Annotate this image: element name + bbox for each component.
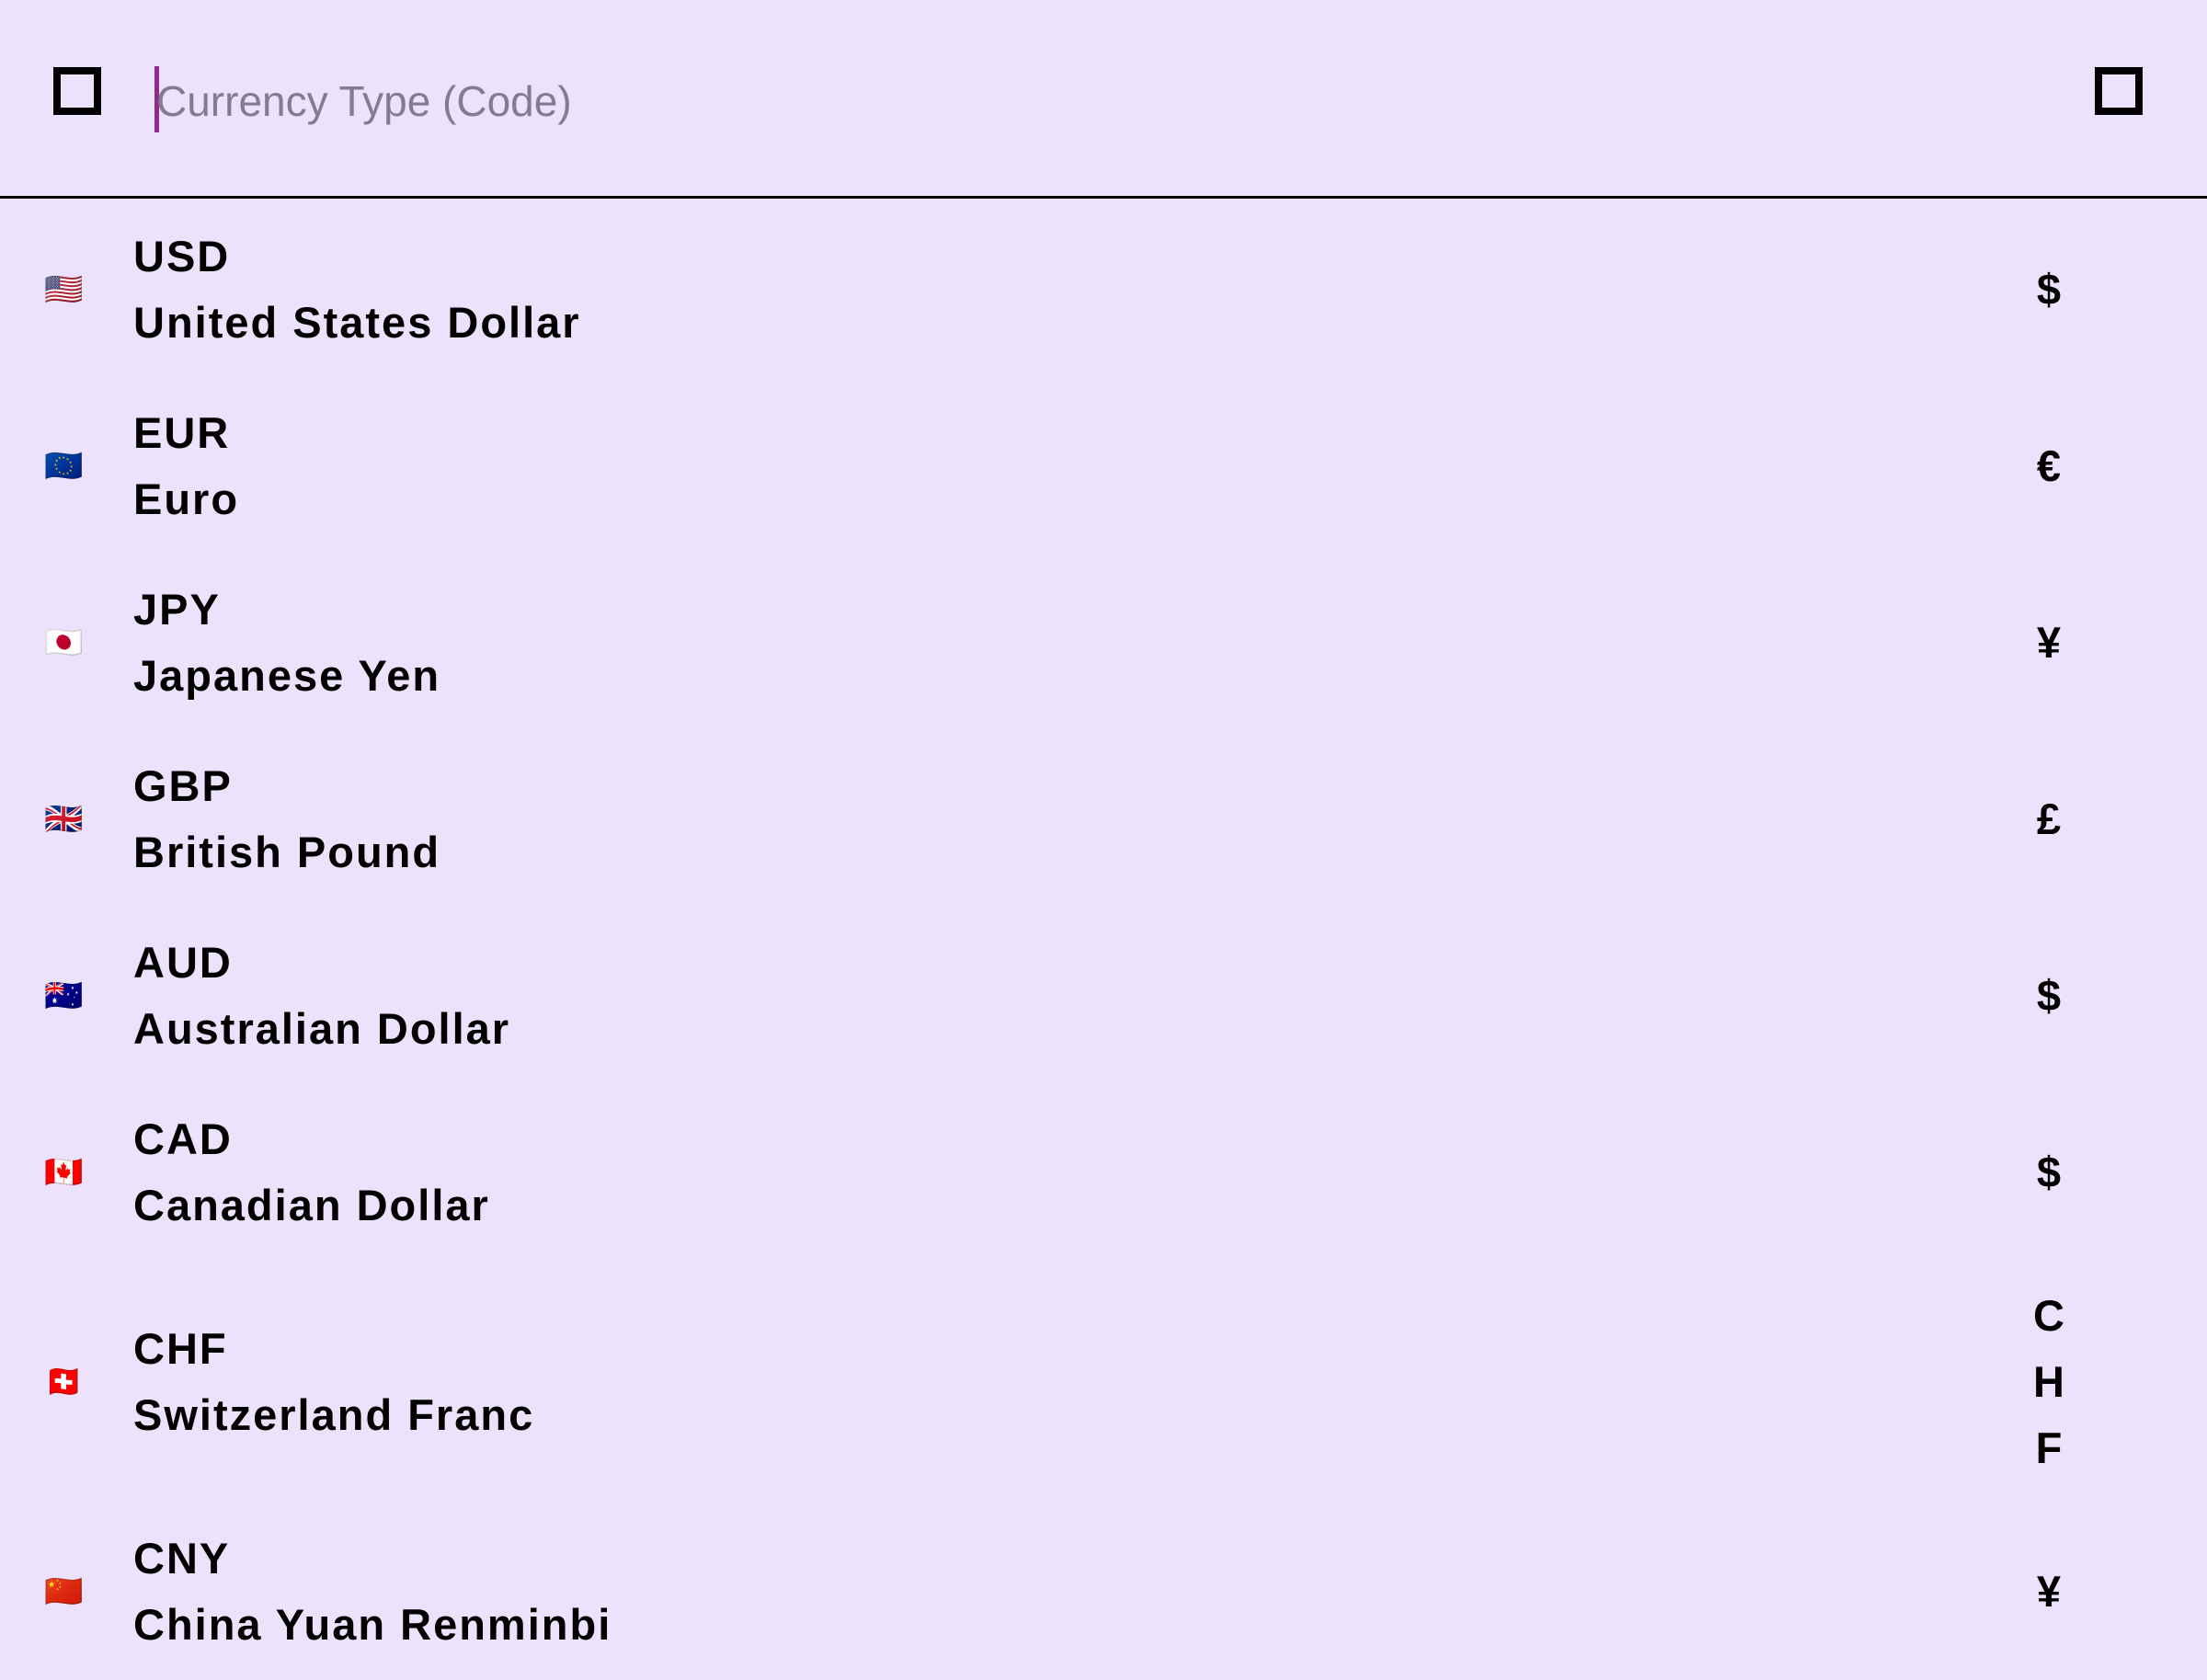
currency-row-cny[interactable]: 🇨🇳 CNY China Yuan Renminbi ¥	[0, 1503, 2207, 1680]
currency-symbol: $	[2036, 265, 2062, 314]
currency-symbol: CHF	[2033, 1291, 2064, 1472]
currency-text: EUR Euro	[133, 400, 239, 532]
flag-icon: 🇦🇺	[44, 977, 86, 1014]
currency-code: AUD	[133, 938, 233, 987]
currency-row-cad[interactable]: 🇨🇦 CAD Canadian Dollar $	[0, 1084, 2207, 1261]
currency-symbol: $	[2036, 1148, 2062, 1196]
currency-code: EUR	[133, 408, 231, 457]
currency-row-jpy[interactable]: 🇯🇵 JPY Japanese Yen ¥	[0, 554, 2207, 731]
currency-name: British Pound	[133, 828, 441, 876]
currency-text: USD United States Dollar	[133, 223, 581, 356]
flag-icon: 🇨🇳	[44, 1573, 86, 1610]
currency-symbol: €	[2036, 441, 2062, 490]
currency-row-aud[interactable]: 🇦🇺 AUD Australian Dollar $	[0, 908, 2207, 1084]
currency-code: CAD	[133, 1114, 233, 1163]
currency-text: CAD Canadian Dollar	[133, 1106, 490, 1239]
currency-list: 🇺🇸 USD United States Dollar $ 🇪🇺 EUR Eur…	[0, 201, 2207, 1680]
flag-icon: 🇨🇭	[44, 1364, 86, 1400]
currency-name: Euro	[133, 474, 240, 523]
currency-name: Japanese Yen	[133, 651, 441, 700]
currency-code: CNY	[133, 1534, 231, 1583]
currency-row-eur[interactable]: 🇪🇺 EUR Euro €	[0, 378, 2207, 554]
search-toolbar	[0, 0, 2207, 199]
currency-search-input[interactable]	[156, 64, 1904, 138]
currency-symbol: $	[2036, 971, 2062, 1020]
currency-code: GBP	[133, 761, 233, 810]
back-icon[interactable]	[53, 67, 101, 115]
currency-text: JPY Japanese Yen	[133, 577, 440, 709]
flag-icon: 🇪🇺	[44, 448, 86, 485]
currency-text: CNY China Yuan Renminbi	[133, 1526, 612, 1658]
currency-symbol: £	[2036, 794, 2062, 843]
flag-icon: 🇬🇧	[44, 801, 86, 838]
flag-icon: 🇯🇵	[44, 624, 86, 661]
currency-row-gbp[interactable]: 🇬🇧 GBP British Pound £	[0, 731, 2207, 908]
currency-row-chf[interactable]: 🇨🇭 CHF Switzerland Franc CHF	[0, 1261, 2207, 1503]
currency-text: GBP British Pound	[133, 753, 440, 886]
currency-name: Australian Dollar	[133, 1004, 511, 1053]
clear-icon[interactable]	[2095, 67, 2143, 115]
currency-row-usd[interactable]: 🇺🇸 USD United States Dollar $	[0, 201, 2207, 378]
currency-symbol: ¥	[2036, 618, 2062, 667]
flag-icon: 🇨🇦	[44, 1154, 86, 1191]
currency-name: China Yuan Renminbi	[133, 1600, 612, 1649]
currency-symbol: ¥	[2036, 1567, 2062, 1616]
currency-code: CHF	[133, 1324, 228, 1373]
currency-name: Switzerland Franc	[133, 1390, 535, 1439]
currency-text: CHF Switzerland Franc	[133, 1316, 534, 1448]
currency-code: JPY	[133, 585, 221, 634]
currency-text: AUD Australian Dollar	[133, 930, 510, 1062]
currency-name: Canadian Dollar	[133, 1181, 490, 1229]
flag-icon: 🇺🇸	[44, 271, 86, 308]
currency-name: United States Dollar	[133, 298, 581, 347]
currency-code: USD	[133, 232, 231, 280]
